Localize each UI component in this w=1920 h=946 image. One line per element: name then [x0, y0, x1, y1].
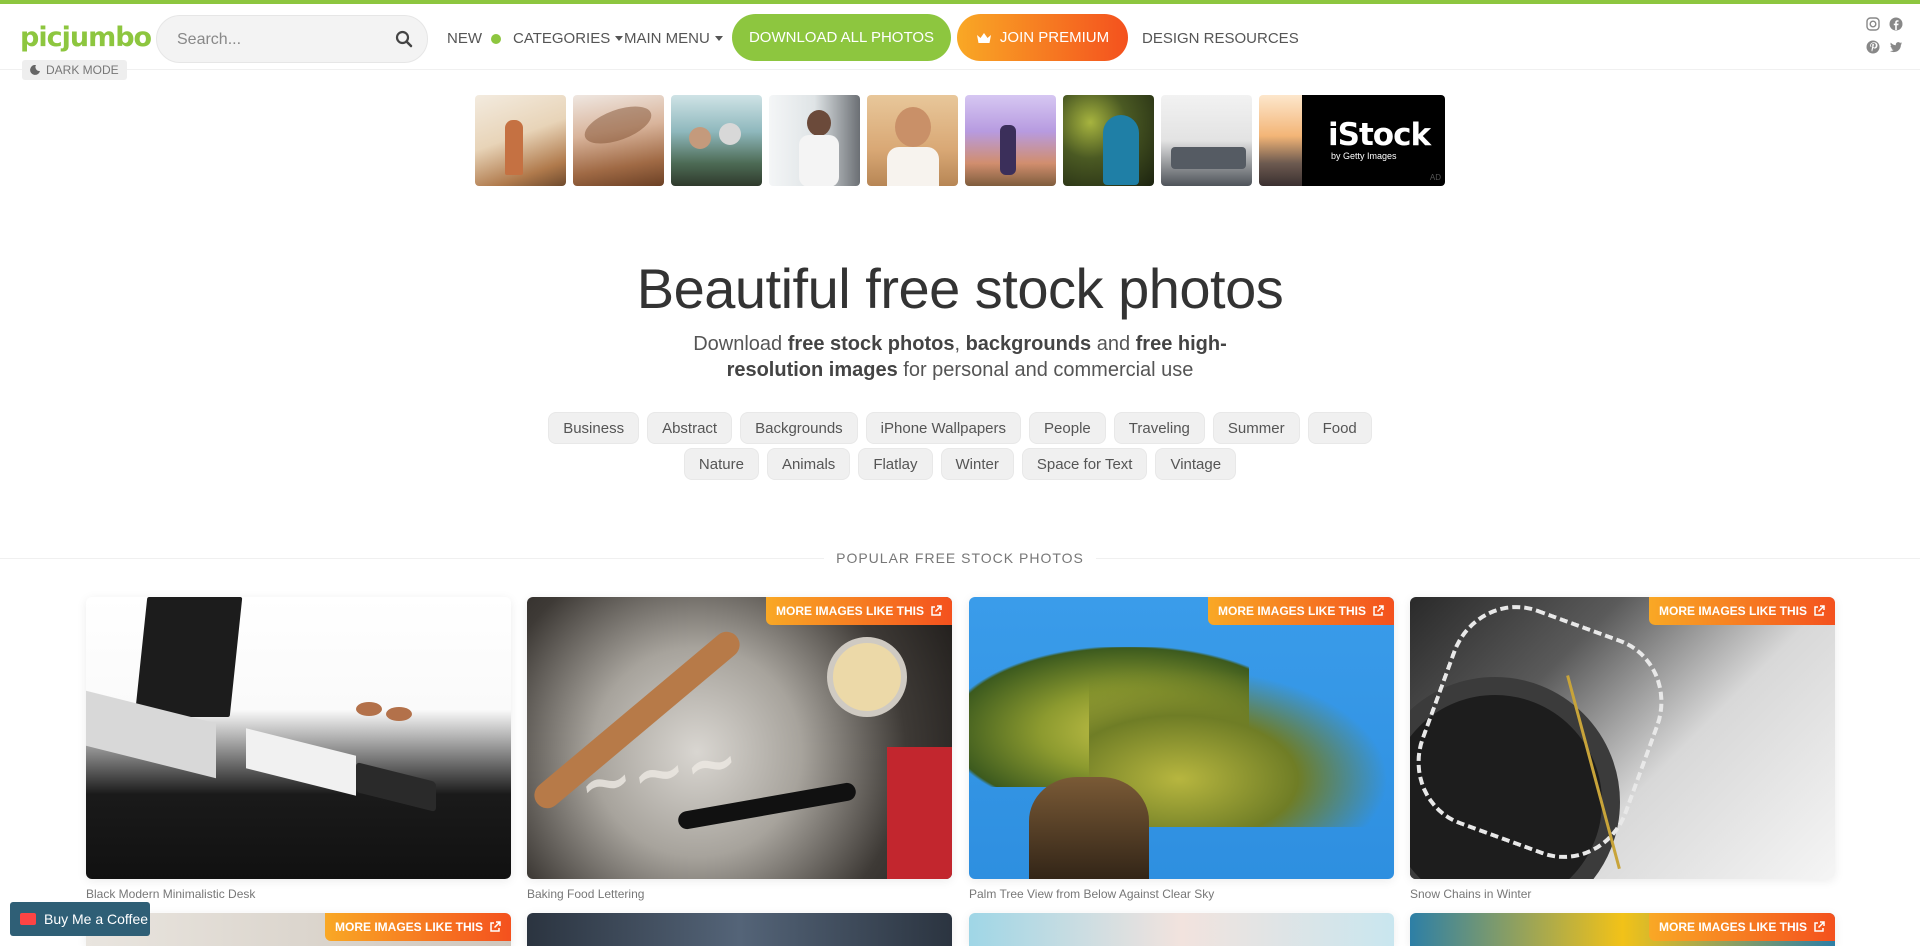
istock-brand: iStock	[1328, 117, 1431, 153]
nav-design-label: DESIGN RESOURCES	[1142, 30, 1299, 47]
chevron-down-icon	[714, 36, 723, 41]
coffee-label: Buy Me a Coffee	[44, 911, 149, 927]
hero-sub-bold-2: backgrounds	[965, 333, 1092, 355]
tag-flatlay[interactable]: Flatlay	[858, 448, 933, 480]
hero-sub-bold-1: free stock photos	[787, 333, 955, 355]
tag-nature[interactable]: Nature	[683, 448, 759, 480]
more-images-label: MORE IMAGES LIKE THIS	[775, 604, 924, 618]
new-dot-icon	[491, 33, 501, 44]
external-link-icon	[1814, 921, 1825, 932]
photo-card[interactable]: MORE IMAGES LIKE THIS	[969, 597, 1394, 879]
tag-people[interactable]: People	[1029, 412, 1106, 444]
istock-brand-sub: by Getty Images	[1331, 151, 1397, 161]
hero-sub-text-3: and	[1091, 333, 1136, 355]
hero-sub-text-1: Download	[693, 333, 788, 355]
search-box	[156, 15, 428, 63]
hero-subtitle: Download free stock photos, backgrounds …	[660, 331, 1260, 383]
photo-card[interactable]	[969, 913, 1394, 946]
coffee-cup-icon	[20, 913, 36, 925]
more-images-label: MORE IMAGES LIKE THIS	[334, 920, 483, 934]
more-images-label: MORE IMAGES LIKE THIS	[1658, 920, 1807, 934]
more-images-like-this-button[interactable]: MORE IMAGES LIKE THIS	[1207, 597, 1394, 625]
site-header: picjumbo DARK MODE NEW CATEGORIES MAIN M…	[0, 4, 1920, 80]
photo-caption[interactable]: Snow Chains in Winter	[1410, 887, 1531, 901]
nav-main-menu[interactable]: MAIN MENU	[624, 30, 723, 47]
ad-thumb-5[interactable]	[867, 95, 958, 186]
tag-traveling[interactable]: Traveling	[1113, 412, 1205, 444]
photo-card[interactable]	[86, 597, 511, 879]
nav-categories-label: CATEGORIES	[513, 30, 611, 47]
external-link-icon	[1814, 605, 1825, 616]
nav-new-label: NEW	[447, 30, 482, 47]
tag-abstract[interactable]: Abstract	[647, 412, 733, 444]
moon-icon	[30, 65, 40, 75]
more-images-like-this-button[interactable]: MORE IMAGES LIKE THIS	[1648, 913, 1835, 941]
ad-thumb-2[interactable]	[573, 95, 664, 186]
download-all-button[interactable]: DOWNLOAD ALL PHOTOS	[732, 14, 951, 61]
more-images-like-this-button[interactable]: MORE IMAGES LIKE THIS	[765, 597, 952, 625]
photo-card[interactable]	[527, 913, 952, 946]
photo-caption[interactable]: Palm Tree View from Below Against Clear …	[969, 887, 1214, 901]
nav-design-resources[interactable]: DESIGN RESOURCES	[1142, 30, 1299, 47]
tag-space-for-text[interactable]: Space for Text	[1021, 448, 1148, 480]
ad-thumb-1[interactable]	[475, 95, 566, 186]
join-premium-button[interactable]: JOIN PREMIUM	[957, 14, 1128, 61]
join-premium-label: JOIN PREMIUM	[999, 29, 1110, 46]
photo-caption[interactable]: Black Modern Minimalistic Desk	[86, 887, 255, 901]
ad-thumb-8[interactable]	[1161, 95, 1252, 186]
tag-summer[interactable]: Summer	[1212, 412, 1300, 444]
photo-card[interactable]: ~~~ MORE IMAGES LIKE THIS	[527, 597, 952, 879]
istock-ad-banner[interactable]: iStock by Getty Images AD	[475, 95, 1445, 187]
hero-sub-text-2: ,	[954, 333, 966, 355]
buy-me-a-coffee-button[interactable]: Buy Me a Coffee	[10, 902, 150, 936]
tag-winter[interactable]: Winter	[940, 448, 1014, 480]
photo-card[interactable]: MORE IMAGES LIKE THIS	[1410, 913, 1835, 946]
hero-title: Beautiful free stock photos	[636, 257, 1284, 320]
pinterest-icon[interactable]	[1866, 40, 1880, 54]
hero-sub-text-4: for personal and commercial use	[897, 359, 1194, 381]
dark-mode-label: DARK MODE	[46, 63, 119, 77]
category-tags-row-2: Nature Animals Flatlay Winter Space for …	[0, 448, 1920, 480]
chevron-down-icon	[615, 36, 624, 41]
istock-logo[interactable]: iStock by Getty Images AD	[1302, 95, 1445, 186]
more-images-like-this-button[interactable]: MORE IMAGES LIKE THIS	[1648, 597, 1835, 625]
photo-card[interactable]: MORE IMAGES LIKE THIS	[1410, 597, 1835, 879]
nav-categories[interactable]: CATEGORIES	[513, 30, 624, 47]
nav-main-menu-label: MAIN MENU	[624, 30, 710, 47]
nav-new[interactable]: NEW	[447, 30, 501, 47]
search-icon[interactable]	[395, 30, 413, 48]
ad-thumb-3[interactable]	[671, 95, 762, 186]
more-images-label: MORE IMAGES LIKE THIS	[1217, 604, 1366, 618]
category-tags-row-1: Business Abstract Backgrounds iPhone Wal…	[0, 412, 1920, 444]
popular-label-text: POPULAR FREE STOCK PHOTOS	[824, 550, 1096, 566]
tag-animals[interactable]: Animals	[766, 448, 851, 480]
ad-thumb-7[interactable]	[1063, 95, 1154, 186]
dark-mode-toggle[interactable]: DARK MODE	[22, 60, 127, 80]
popular-section-title: POPULAR FREE STOCK PHOTOS	[0, 550, 1920, 566]
twitter-icon[interactable]	[1889, 40, 1903, 54]
tag-iphone-wallpapers[interactable]: iPhone Wallpapers	[865, 412, 1022, 444]
tag-business[interactable]: Business	[548, 412, 640, 444]
tag-backgrounds[interactable]: Backgrounds	[740, 412, 858, 444]
crown-icon	[976, 32, 991, 43]
facebook-icon[interactable]	[1889, 17, 1903, 31]
more-images-label: MORE IMAGES LIKE THIS	[1658, 604, 1807, 618]
instagram-icon[interactable]	[1866, 17, 1880, 31]
external-link-icon	[490, 921, 501, 932]
external-link-icon	[1373, 605, 1384, 616]
ad-thumb-6[interactable]	[965, 95, 1056, 186]
more-images-like-this-button[interactable]: MORE IMAGES LIKE THIS	[324, 913, 511, 941]
photo-caption[interactable]: Baking Food Lettering	[527, 887, 644, 901]
tag-vintage[interactable]: Vintage	[1155, 448, 1237, 480]
ad-label: AD	[1429, 173, 1441, 182]
search-input[interactable]	[177, 28, 377, 52]
tag-food[interactable]: Food	[1307, 412, 1372, 444]
site-logo[interactable]: picjumbo	[20, 22, 152, 53]
external-link-icon	[931, 605, 942, 616]
ad-thumb-4[interactable]	[769, 95, 860, 186]
